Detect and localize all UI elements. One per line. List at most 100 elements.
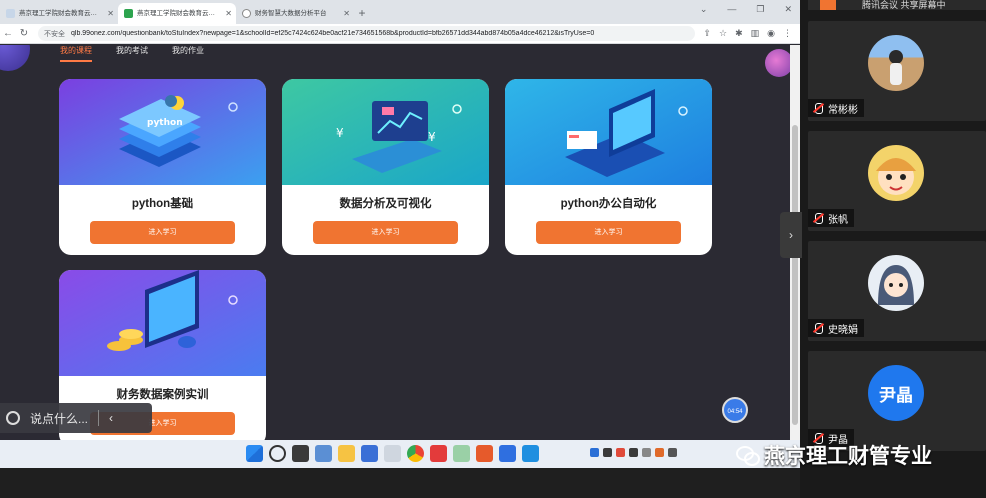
window-controls: ⌄ — ❐ ✕ xyxy=(700,4,792,15)
taskbar-apps xyxy=(246,445,539,462)
participant-tile[interactable]: 张帆 xyxy=(808,131,986,231)
chrome-icon[interactable] xyxy=(407,445,424,462)
avatar xyxy=(868,35,924,91)
calculator-icon[interactable] xyxy=(384,445,401,462)
share-indicator-icon xyxy=(820,0,836,10)
enter-study-button[interactable]: 进入学习 xyxy=(90,221,235,244)
enter-study-button[interactable]: 进入学习 xyxy=(536,221,681,244)
course-title: python基础 xyxy=(131,198,194,210)
task-view-icon[interactable] xyxy=(292,445,309,462)
new-tab-button[interactable]: + xyxy=(354,3,370,24)
mic-muted-icon xyxy=(812,322,824,334)
sidebar-icon[interactable]: ▥ xyxy=(751,28,760,39)
reload-icon[interactable]: ↻ xyxy=(16,28,32,39)
folder-icon[interactable] xyxy=(338,445,355,462)
chevron-down-icon[interactable]: ⌄ xyxy=(700,4,708,15)
close-window-icon[interactable]: ✕ xyxy=(784,4,792,15)
browser-tab-active[interactable]: 燕京理工学院财会教育云平台 ✕ xyxy=(118,3,236,24)
mic-muted-icon xyxy=(812,102,824,114)
participant-tile[interactable]: 常彬彬 xyxy=(808,21,986,121)
mic-muted-icon xyxy=(812,212,824,224)
browser-toolbar: ⇪ ☆ ✱ ▥ ◉ ⋮ xyxy=(695,28,800,39)
start-icon[interactable] xyxy=(246,445,263,462)
doc-icon xyxy=(6,9,15,18)
app-icon[interactable] xyxy=(361,445,378,462)
avatar: 尹晶 xyxy=(868,365,924,421)
course-subnav: 我的课程 我的考试 我的作业 xyxy=(60,45,204,62)
collapse-chat-icon[interactable]: ‹ xyxy=(109,411,113,425)
person-photo-icon xyxy=(889,50,903,85)
time-badge[interactable]: 04:54 xyxy=(722,397,748,423)
data-analysis-illustration: ¥ ¥ xyxy=(282,79,489,185)
wifi-icon[interactable] xyxy=(668,448,677,457)
python-stack-illustration: python xyxy=(59,79,266,185)
participant-name: 史晓娟 xyxy=(828,324,858,336)
emoji-icon[interactable] xyxy=(6,411,20,425)
address-bar: ← ↻ 不安全 qlb.99onez.com/questionbank/toSt… xyxy=(0,24,800,44)
course-page: 我的课程 我的考试 我的作业 python python基础 进入学习 ¥ ¥ … xyxy=(0,45,790,440)
close-icon[interactable]: ✕ xyxy=(107,3,114,24)
participant-tile[interactable]: 史晓娟 xyxy=(808,241,986,341)
tab-my-homework[interactable]: 我的作业 xyxy=(172,45,204,62)
close-icon[interactable]: ✕ xyxy=(343,3,350,24)
insecure-label: 不安全 xyxy=(44,30,65,38)
wechat-icon[interactable] xyxy=(453,445,470,462)
bottom-band xyxy=(0,468,800,498)
top-strip-text: 腾讯会议 共享屏幕中 xyxy=(862,0,946,10)
tray-icon[interactable] xyxy=(642,448,651,457)
xmind-icon[interactable] xyxy=(430,445,447,462)
course-card[interactable]: python办公自动化 进入学习 xyxy=(505,79,712,255)
tab-label: 燕京理工学院财会教育云平台 xyxy=(19,10,102,17)
office-automation-illustration xyxy=(505,79,712,185)
tray-icon[interactable] xyxy=(590,448,599,457)
browser-window: 燕京理工学院财会教育云平台 ✕ 燕京理工学院财会教育云平台 ✕ 财务智慧大数据分… xyxy=(0,0,800,440)
meeting-icon[interactable] xyxy=(522,445,539,462)
screen: 燕京理工学院财会教育云平台 ✕ 燕京理工学院财会教育云平台 ✕ 财务智慧大数据分… xyxy=(0,0,986,498)
wechat-logo-icon xyxy=(736,446,760,466)
profile-icon[interactable]: ◉ xyxy=(767,28,775,39)
green-icon xyxy=(124,9,133,18)
participant-name: 张帆 xyxy=(828,214,848,226)
tab-my-exams[interactable]: 我的考试 xyxy=(116,45,148,62)
avatar xyxy=(868,145,924,201)
minimize-icon[interactable]: — xyxy=(727,4,736,15)
search-icon[interactable] xyxy=(269,445,286,462)
app-icon[interactable] xyxy=(499,445,516,462)
course-title: python办公自动化 xyxy=(560,198,657,210)
chat-input-bar[interactable]: 说点什么... ‹ xyxy=(0,403,152,433)
course-card[interactable]: python python基础 进入学习 xyxy=(59,79,266,255)
globe-icon xyxy=(242,9,251,18)
url-input[interactable]: 不安全 qlb.99onez.com/questionbank/toStuInd… xyxy=(38,26,696,41)
participant-name-tag: 史晓娟 xyxy=(808,319,864,337)
course-title: 财务数据案例实训 xyxy=(116,389,209,401)
extensions-icon[interactable]: ✱ xyxy=(735,28,743,39)
menu-icon[interactable]: ⋮ xyxy=(783,28,792,39)
share-icon[interactable]: ⇪ xyxy=(703,28,711,39)
tray-icon[interactable] xyxy=(655,448,664,457)
participant-name-tag: 常彬彬 xyxy=(808,99,864,117)
cartoon-girl-icon xyxy=(878,265,914,305)
planet-decoration xyxy=(0,45,30,71)
enter-study-button[interactable]: 进入学习 xyxy=(313,221,458,244)
maximize-icon[interactable]: ❐ xyxy=(756,4,764,15)
close-icon[interactable]: ✕ xyxy=(225,3,232,24)
browser-tab[interactable]: 燕京理工学院财会教育云平台 ✕ xyxy=(0,3,118,24)
back-icon[interactable]: ← xyxy=(0,28,16,39)
avatar xyxy=(868,255,924,311)
sidebar-collapse-button[interactable]: › xyxy=(780,212,802,258)
python-label: python xyxy=(147,118,183,128)
monitor-icon[interactable] xyxy=(315,445,332,462)
wps-icon[interactable] xyxy=(476,445,493,462)
tray-icon[interactable] xyxy=(603,448,612,457)
star-icon[interactable]: ☆ xyxy=(719,28,727,39)
tray-icon[interactable] xyxy=(629,448,638,457)
participant-tile[interactable]: 尹晶 尹晶 xyxy=(808,351,986,451)
tab-my-courses[interactable]: 我的课程 xyxy=(60,45,92,62)
participant-name: 常彬彬 xyxy=(828,104,858,116)
course-card[interactable]: ¥ ¥ 数据分析及可视化 进入学习 xyxy=(282,79,489,255)
browser-tab[interactable]: 财务智慧大数据分析平台 ✕ xyxy=(236,3,354,24)
scrollbar-thumb[interactable] xyxy=(792,125,798,425)
meeting-top-strip: 腾讯会议 共享屏幕中 xyxy=(808,0,986,10)
tray-icon[interactable] xyxy=(616,448,625,457)
finance-case-illustration xyxy=(59,270,266,376)
